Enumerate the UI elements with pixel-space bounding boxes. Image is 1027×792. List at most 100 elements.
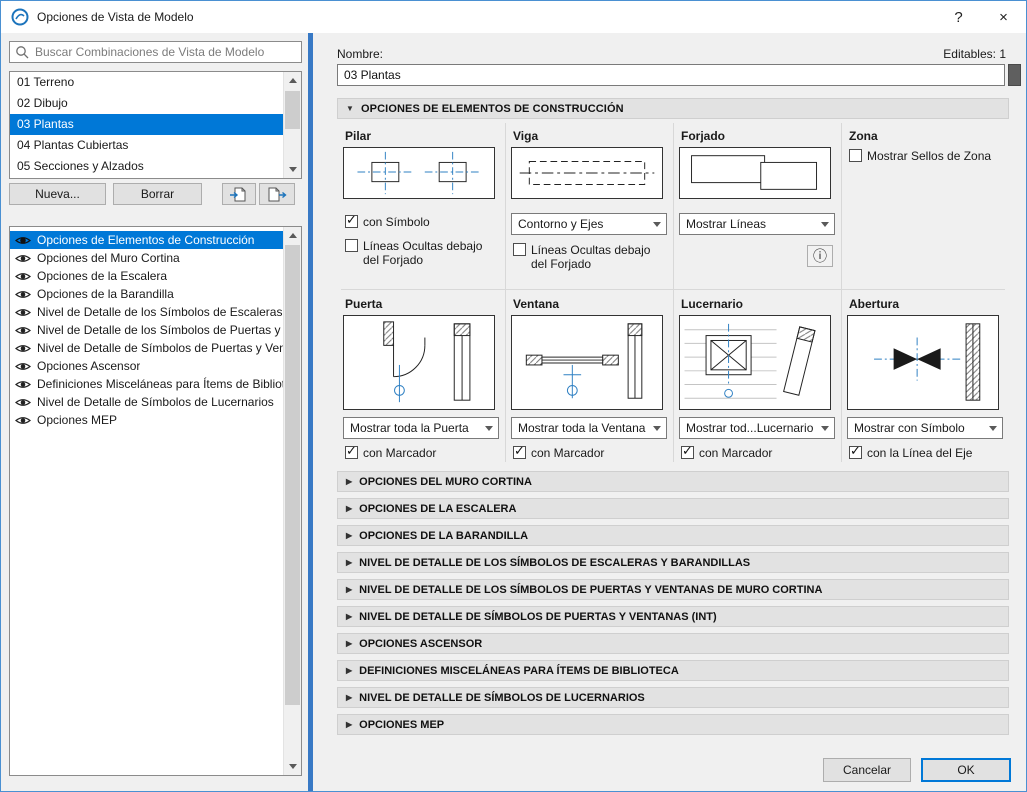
- ok-button[interactable]: OK: [921, 758, 1011, 782]
- puerta-preview: [343, 315, 495, 410]
- scrollbar-thumb[interactable]: [285, 245, 300, 705]
- option-row[interactable]: Nivel de Detalle de los Símbolos de Esca…: [10, 303, 284, 321]
- option-label: Nivel de Detalle de Símbolos de Lucernar…: [37, 395, 274, 409]
- list-item[interactable]: 02 Dibujo: [10, 93, 284, 114]
- eye-icon[interactable]: [15, 253, 31, 264]
- checkbox-label: Mostrar Sellos de Zona: [867, 149, 991, 163]
- list-item[interactable]: 01 Terreno: [10, 72, 284, 93]
- new-button[interactable]: Nueva...: [9, 183, 106, 205]
- chevron-down-icon: [816, 426, 834, 431]
- name-input[interactable]: [337, 64, 1005, 86]
- eye-icon[interactable]: [15, 343, 31, 354]
- eye-icon[interactable]: [15, 271, 31, 282]
- section-header-misc-biblioteca[interactable]: ▶ DEFINICIONES MISCELÁNEAS PARA ÍTEMS DE…: [337, 660, 1009, 681]
- mostrar-sellos-zona-checkbox[interactable]: Mostrar Sellos de Zona: [849, 149, 1001, 163]
- help-button[interactable]: ?: [936, 1, 981, 33]
- section-header-detalle-escaleras[interactable]: ▶ NIVEL DE DETALLE DE LOS SÍMBOLOS DE ES…: [337, 552, 1009, 573]
- section-header-detalle-puertas-muro-cortina[interactable]: ▶ NIVEL DE DETALLE DE LOS SÍMBOLOS DE PU…: [337, 579, 1009, 600]
- section-title: OPCIONES DEL MURO CORTINA: [359, 476, 532, 488]
- eye-icon[interactable]: [15, 379, 31, 390]
- import-icon: [229, 187, 249, 202]
- lucernario-title: Lucernario: [681, 297, 743, 311]
- dropdown-value: Mostrar Líneas: [686, 217, 816, 231]
- option-row[interactable]: Nivel de Detalle de Símbolos de Puertas …: [10, 339, 284, 357]
- chevron-right-icon: ▶: [346, 720, 352, 729]
- section-title: NIVEL DE DETALLE DE SÍMBOLOS DE LUCERNAR…: [359, 692, 645, 704]
- export-button[interactable]: [259, 183, 295, 205]
- section-title: NIVEL DE DETALLE DE SÍMBOLOS DE PUERTAS …: [359, 611, 717, 623]
- info-button[interactable]: ⓘ: [807, 245, 833, 267]
- viga-display-dropdown[interactable]: Contorno y Ejes: [511, 213, 667, 235]
- section-header-muro-cortina[interactable]: ▶ OPCIONES DEL MURO CORTINA: [337, 471, 1009, 492]
- eye-icon[interactable]: [15, 397, 31, 408]
- checkbox-label: Líneas Ocultas debajo del Forjado: [363, 239, 497, 267]
- option-label: Nivel de Detalle de Símbolos de Puertas …: [37, 341, 284, 355]
- combination-list-scrollbar[interactable]: [283, 72, 301, 178]
- ventana-con-marcador-checkbox[interactable]: con Marcador: [513, 446, 665, 460]
- options-list-scrollbar[interactable]: [283, 227, 301, 775]
- chevron-right-icon: ▶: [346, 639, 352, 648]
- puerta-display-dropdown[interactable]: Mostrar toda la Puerta: [343, 417, 499, 439]
- section-title: OPCIONES MEP: [359, 719, 444, 731]
- section-header-detalle-lucernarios[interactable]: ▶ NIVEL DE DETALLE DE SÍMBOLOS DE LUCERN…: [337, 687, 1009, 708]
- list-item[interactable]: 04 Plantas Cubiertas: [10, 135, 284, 156]
- option-row[interactable]: Nivel de Detalle de Símbolos de Lucernar…: [10, 393, 284, 411]
- eye-icon[interactable]: [15, 325, 31, 336]
- search-box: [9, 41, 302, 63]
- zona-title: Zona: [849, 129, 878, 143]
- checkbox-box: [513, 446, 526, 459]
- option-row[interactable]: Opciones de la Escalera: [10, 267, 284, 285]
- eye-icon[interactable]: [15, 235, 31, 246]
- option-row[interactable]: Nivel de Detalle de los Símbolos de Puer…: [10, 321, 284, 339]
- ventana-display-dropdown[interactable]: Mostrar toda la Ventana: [511, 417, 667, 439]
- viga-lineas-ocultas-checkbox[interactable]: Líneas Ocultas debajo del Forjado: [513, 243, 665, 271]
- eye-icon[interactable]: [15, 415, 31, 426]
- search-input[interactable]: [33, 44, 301, 60]
- chevron-right-icon: ▶: [346, 585, 352, 594]
- eye-icon[interactable]: [15, 289, 31, 300]
- chevron-down-icon: [984, 426, 1002, 431]
- scroll-down-icon[interactable]: [284, 758, 301, 775]
- section-header-construction[interactable]: ▼ OPCIONES DE ELEMENTOS DE CONSTRUCCIÓN: [337, 98, 1009, 119]
- scroll-up-icon[interactable]: [284, 227, 301, 244]
- scrollbar-thumb[interactable]: [285, 91, 300, 129]
- forjado-display-dropdown[interactable]: Mostrar Líneas: [679, 213, 835, 235]
- section-header-barandilla[interactable]: ▶ OPCIONES DE LA BARANDILLA: [337, 525, 1009, 546]
- scroll-up-icon[interactable]: [284, 72, 301, 89]
- option-row[interactable]: Opciones MEP: [10, 411, 284, 429]
- close-button[interactable]: ×: [981, 1, 1026, 33]
- section-header-detalle-puertas-int[interactable]: ▶ NIVEL DE DETALLE DE SÍMBOLOS DE PUERTA…: [337, 606, 1009, 627]
- lucernario-con-marcador-checkbox[interactable]: con Marcador: [681, 446, 833, 460]
- abertura-display-dropdown[interactable]: Mostrar con Símbolo: [847, 417, 1003, 439]
- option-label: Opciones de la Escalera: [37, 269, 167, 283]
- option-row-selected[interactable]: Opciones de Elementos de Construcción: [10, 231, 284, 249]
- con-simbolo-checkbox[interactable]: con Símbolo: [345, 215, 497, 229]
- option-row[interactable]: Opciones de la Barandilla: [10, 285, 284, 303]
- viga-title: Viga: [513, 129, 538, 143]
- editables-count: Editables: 1: [943, 47, 1006, 61]
- puerta-con-marcador-checkbox[interactable]: con Marcador: [345, 446, 497, 460]
- pilar-lineas-ocultas-checkbox[interactable]: Líneas Ocultas debajo del Forjado: [345, 239, 497, 267]
- section-header-mep[interactable]: ▶ OPCIONES MEP: [337, 714, 1009, 735]
- section-header-escalera[interactable]: ▶ OPCIONES DE LA ESCALERA: [337, 498, 1009, 519]
- eye-icon[interactable]: [15, 361, 31, 372]
- delete-button[interactable]: Borrar: [113, 183, 202, 205]
- viga-preview: [511, 147, 663, 199]
- list-item-selected[interactable]: 03 Plantas: [10, 114, 284, 135]
- option-row[interactable]: Definiciones Misceláneas para Ítems de B…: [10, 375, 284, 393]
- ok-button-label: OK: [957, 763, 974, 777]
- abertura-linea-eje-checkbox[interactable]: con la Línea del Eje: [849, 446, 1001, 460]
- name-side-button[interactable]: [1008, 64, 1021, 86]
- list-item[interactable]: 05 Secciones y Alzados: [10, 156, 284, 177]
- import-button[interactable]: [222, 183, 256, 205]
- scroll-down-icon[interactable]: [284, 161, 301, 178]
- section-header-ascensor[interactable]: ▶ OPCIONES ASCENSOR: [337, 633, 1009, 654]
- option-row[interactable]: Opciones Ascensor: [10, 357, 284, 375]
- eye-icon[interactable]: [15, 307, 31, 318]
- ventana-preview: [511, 315, 663, 410]
- dropdown-value: Mostrar toda la Puerta: [350, 421, 480, 435]
- cancel-button[interactable]: Cancelar: [823, 758, 911, 782]
- lucernario-display-dropdown[interactable]: Mostrar tod...Lucernario: [679, 417, 835, 439]
- panel-splitter[interactable]: [308, 33, 313, 792]
- option-row[interactable]: Opciones del Muro Cortina: [10, 249, 284, 267]
